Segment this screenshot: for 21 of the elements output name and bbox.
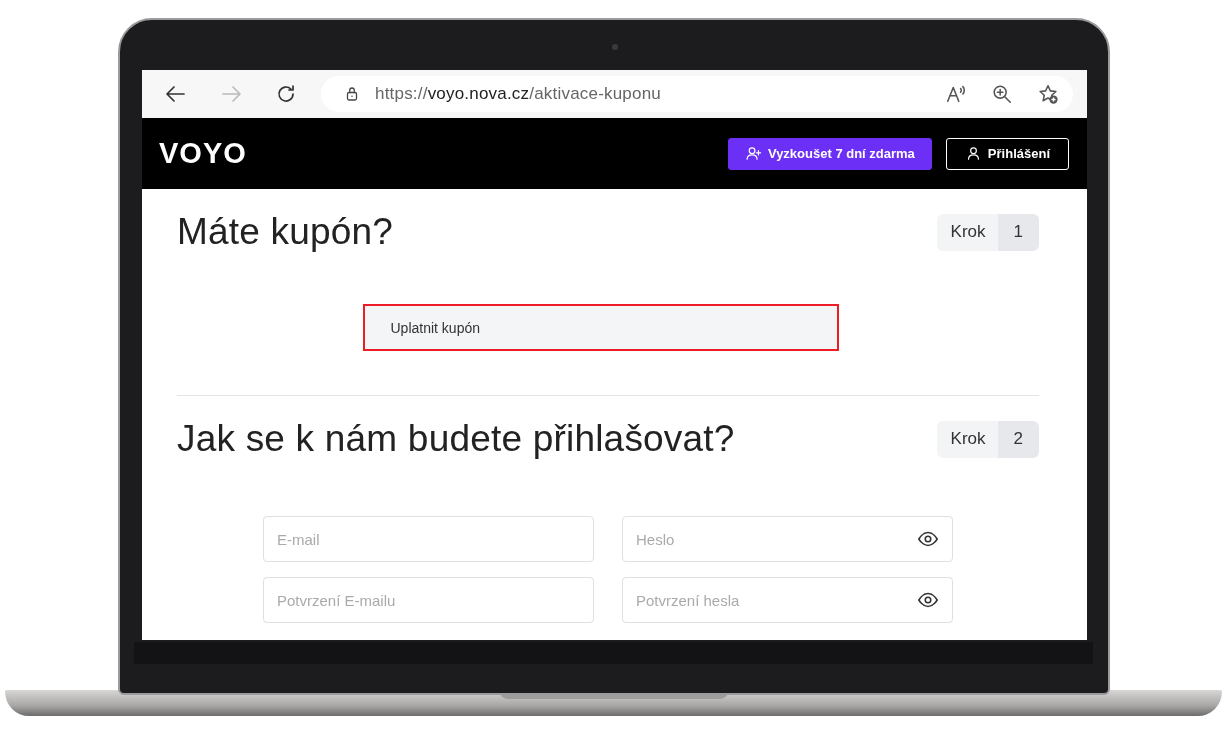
step-number: 1 xyxy=(997,213,1039,251)
step-label: Krok xyxy=(936,420,998,458)
input-field[interactable]: E-mail xyxy=(263,516,594,562)
step-number: 2 xyxy=(997,420,1039,458)
favorite-add-icon[interactable] xyxy=(1037,83,1059,105)
trial-button[interactable]: Vyzkoušet 7 dní zdarma xyxy=(727,137,932,170)
input-field[interactable]: Potvrzení E-mailu xyxy=(263,577,594,623)
input-field[interactable]: Heslo xyxy=(622,516,953,562)
logo[interactable]: VOYO xyxy=(159,137,247,170)
address-bar[interactable]: https://voyo.nova.cz/aktivace-kuponu xyxy=(321,76,1073,112)
section-heading: Máte kupón? xyxy=(177,211,394,253)
redeem-coupon-button[interactable]: Uplatnit kupón xyxy=(362,304,839,351)
zoom-in-icon[interactable] xyxy=(991,83,1013,105)
step-label: Krok xyxy=(936,213,998,251)
input-field[interactable]: Potvrzení hesla xyxy=(622,577,953,623)
camera-dot xyxy=(612,44,618,50)
address-text: https://voyo.nova.cz/aktivace-kuponu xyxy=(375,84,661,104)
login-button[interactable]: Přihlášení xyxy=(945,137,1069,170)
read-aloud-icon[interactable] xyxy=(945,83,967,105)
user-plus-icon xyxy=(744,145,762,162)
section-heading: Jak se k nám budete přihlašovat? xyxy=(177,418,735,460)
